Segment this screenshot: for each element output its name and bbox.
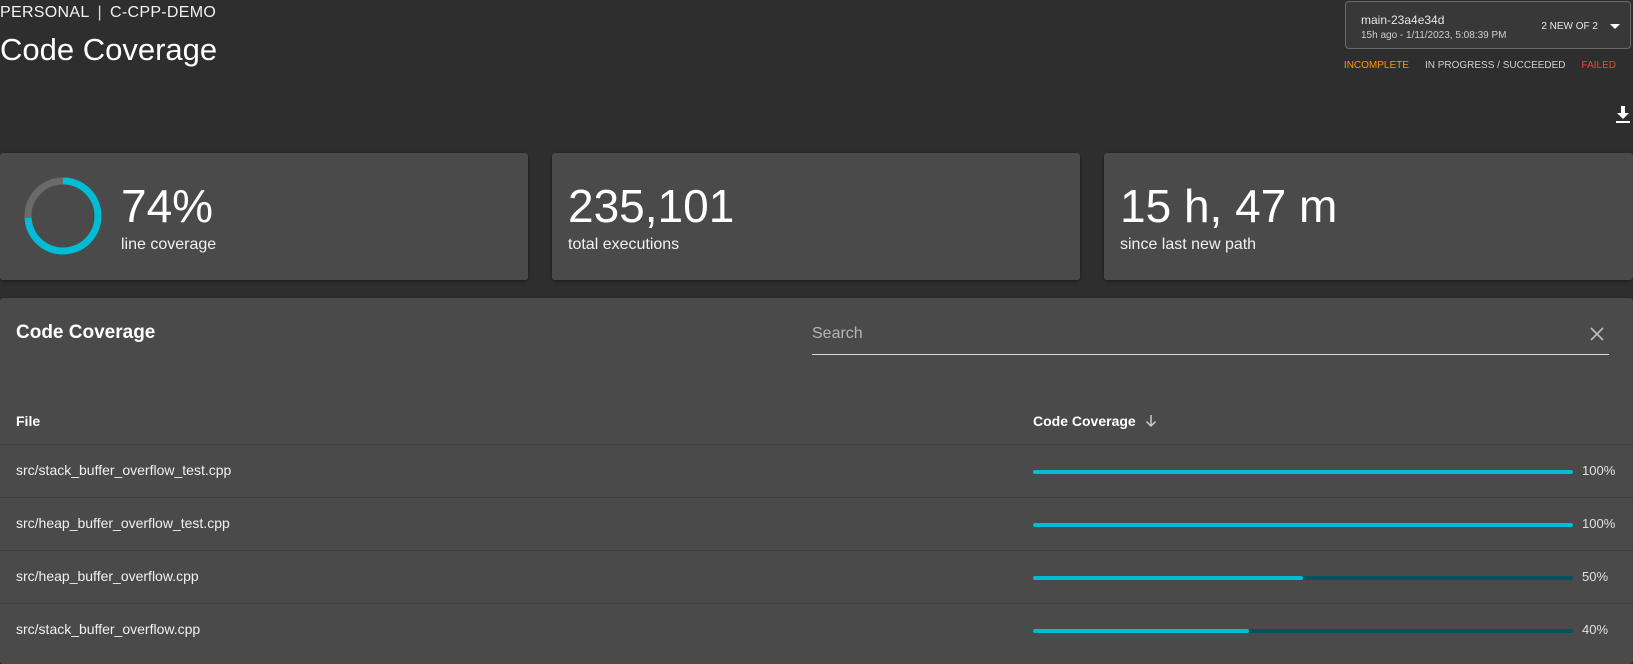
last-path-label: since last new path: [1120, 236, 1257, 253]
coverage-percent: 40%: [1582, 622, 1609, 637]
coverage-percent: 100%: [1582, 463, 1616, 478]
search-field: [812, 314, 1609, 355]
file-name: src/stack_buffer_overflow_test.cpp: [16, 462, 232, 478]
coverage-bar: [1033, 629, 1573, 633]
file-name: src/stack_buffer_overflow.cpp: [16, 621, 201, 637]
status-failed: FAILED: [1581, 60, 1616, 71]
coverage-page: PERSONAL | C-CPP-DEMO Code Coverage main…: [0, 0, 1633, 664]
coverage-bar: [1033, 523, 1573, 527]
breadcrumb-project[interactable]: PERSONAL: [0, 4, 90, 22]
last-path-value: 15 h, 47 m: [1120, 180, 1338, 232]
column-header-file[interactable]: File: [16, 413, 40, 429]
arrow-down-icon: [1145, 415, 1156, 427]
table-row[interactable]: src/heap_buffer_overflow_test.cpp 100%: [0, 497, 1633, 551]
status-legend: INCOMPLETE IN PROGRESS / SUCCEEDED FAILE…: [1344, 60, 1616, 71]
breadcrumb: PERSONAL | C-CPP-DEMO: [0, 4, 216, 22]
page-title: Code Coverage: [0, 32, 218, 67]
table-row[interactable]: src/stack_buffer_overflow_test.cpp 100%: [0, 444, 1633, 498]
table-row[interactable]: src/stack_buffer_overflow.cpp 40%: [0, 603, 1633, 657]
table-title: Code Coverage: [16, 322, 156, 343]
executions-label: total executions: [568, 236, 680, 253]
coverage-value: 74%: [121, 180, 214, 232]
status-in-progress: IN PROGRESS / SUCCEEDED: [1424, 60, 1566, 71]
breadcrumb-repo[interactable]: C-CPP-DEMO: [110, 4, 216, 22]
coverage-percent: 50%: [1582, 569, 1609, 584]
column-header-coverage-label: Code Coverage: [1033, 413, 1136, 429]
coverage-bar: [1033, 576, 1573, 580]
coverage-label: line coverage: [121, 236, 217, 253]
file-name: src/heap_buffer_overflow.cpp: [16, 568, 199, 584]
coverage-bar-fill: [1033, 523, 1573, 527]
coverage-stat-card: 74% line coverage: [0, 153, 528, 280]
run-selector[interactable]: main-23a4e34d 15h ago - 1/11/2023, 5:08:…: [1345, 1, 1631, 49]
coverage-table-panel: Code Coverage File Code Coverage src/sta…: [0, 298, 1633, 664]
breadcrumb-separator: |: [97, 4, 103, 21]
coverage-bar-fill: [1033, 576, 1303, 580]
executions-value: 235,101: [568, 180, 735, 232]
file-name: src/heap_buffer_overflow_test.cpp: [16, 515, 230, 531]
column-header-coverage[interactable]: Code Coverage: [1033, 413, 1158, 429]
download-icon[interactable]: [1615, 106, 1631, 124]
coverage-bar-fill: [1033, 470, 1573, 474]
last-path-stat-card: 15 h, 47 m since last new path: [1104, 153, 1633, 280]
coverage-bar: [1033, 470, 1573, 474]
coverage-bar-fill: [1033, 629, 1249, 633]
caret-down-icon: [1610, 24, 1620, 29]
run-name: main-23a4e34d: [1361, 13, 1445, 27]
close-icon[interactable]: [1589, 326, 1605, 342]
coverage-donut-chart: [24, 177, 102, 255]
search-input[interactable]: [812, 320, 1552, 348]
status-incomplete: INCOMPLETE: [1343, 60, 1409, 71]
table-row[interactable]: src/heap_buffer_overflow.cpp 50%: [0, 550, 1633, 604]
coverage-percent: 100%: [1582, 516, 1616, 531]
executions-stat-card: 235,101 total executions: [552, 153, 1080, 280]
run-count: 2 NEW OF 2: [1541, 21, 1598, 32]
run-time: 15h ago - 1/11/2023, 5:08:39 PM: [1361, 30, 1507, 41]
